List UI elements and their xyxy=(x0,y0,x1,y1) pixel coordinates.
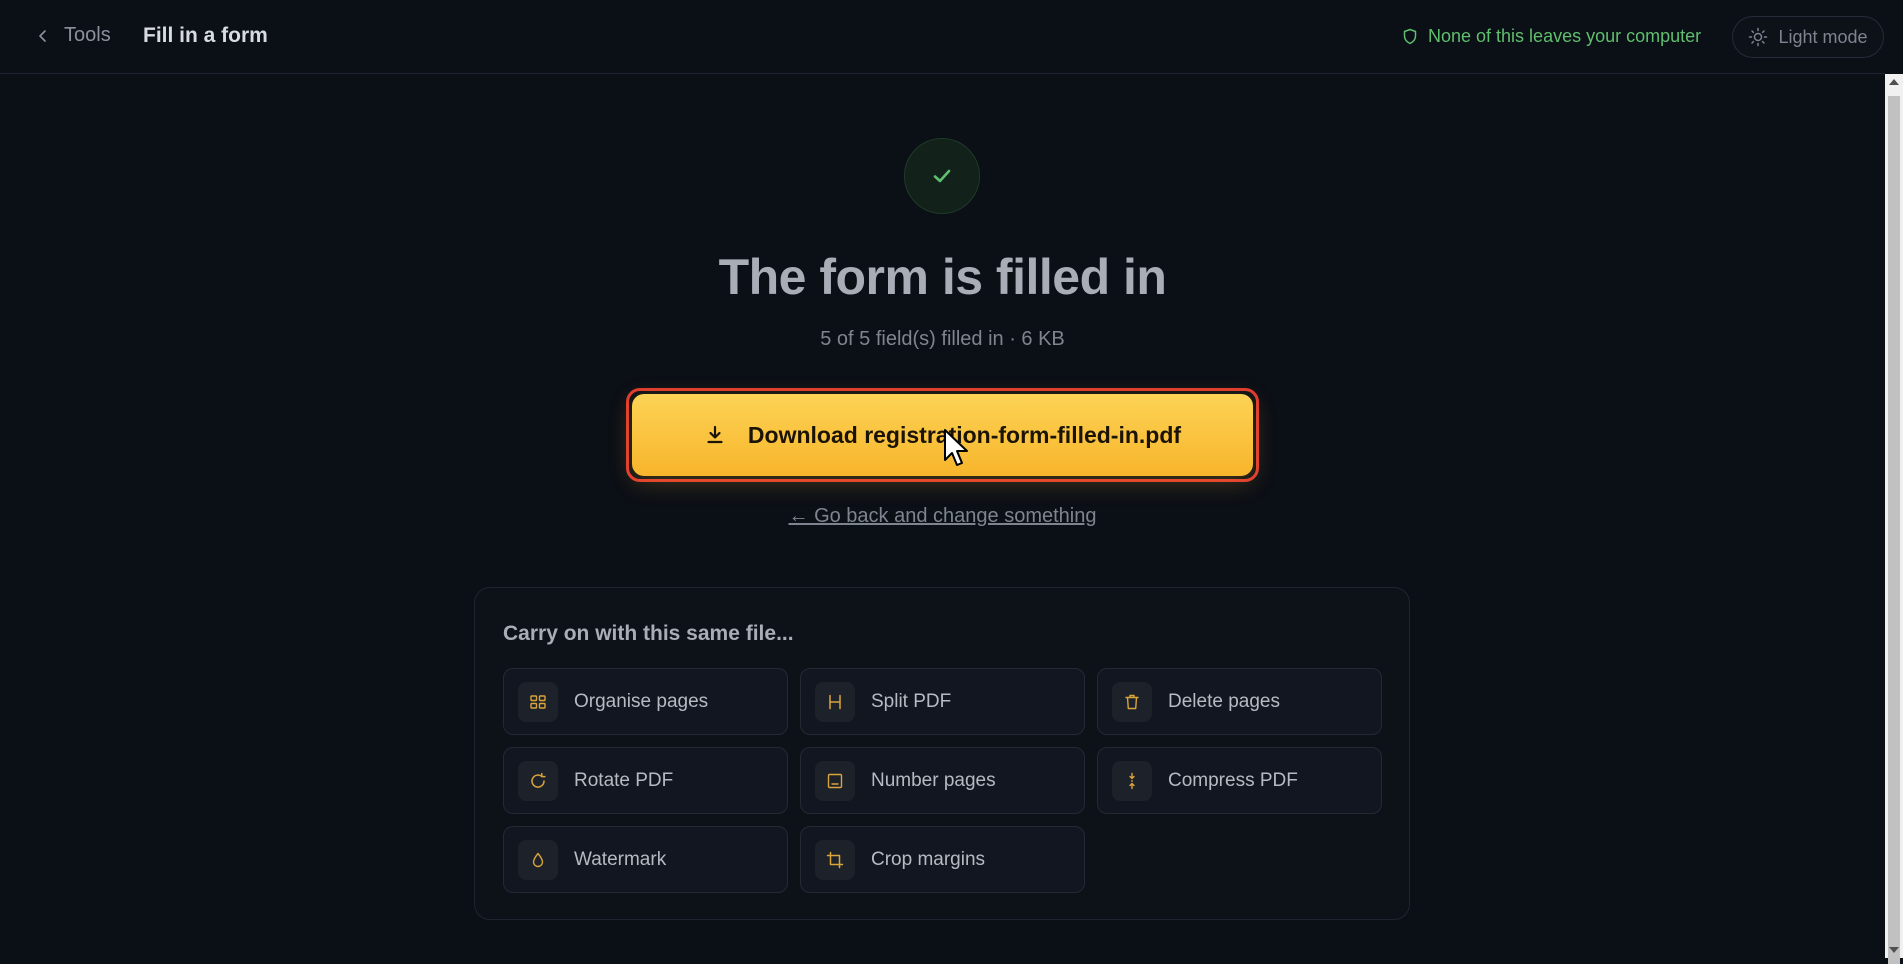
tool-label: Number pages xyxy=(871,769,996,791)
go-back-link-row: ← Go back and change something xyxy=(0,505,1885,528)
download-icon xyxy=(707,425,723,444)
tool-number-pages[interactable]: Number pages xyxy=(800,747,1085,814)
split-icon xyxy=(829,694,841,709)
result-summary: 5 of 5 field(s) filled in · 6 KB xyxy=(820,328,1065,350)
carry-on-panel: Carry on with this same file... Organise… xyxy=(474,587,1410,920)
light-mode-toggle[interactable]: Light mode xyxy=(1732,16,1884,58)
tool-watermark[interactable]: Watermark xyxy=(503,826,788,893)
tool-label: Delete pages xyxy=(1168,690,1280,712)
droplet-icon xyxy=(532,852,544,867)
tool-label: Split PDF xyxy=(871,690,952,712)
carry-on-title: Carry on with this same file... xyxy=(503,622,794,645)
page-title: Fill in a form xyxy=(143,24,268,47)
rotate-icon xyxy=(531,772,546,788)
privacy-note: None of this leaves your computer xyxy=(1402,26,1701,47)
scrollbar-thumb[interactable] xyxy=(1888,96,1900,964)
trash-icon xyxy=(1125,694,1139,709)
mouse-cursor-icon xyxy=(944,429,968,466)
scroll-down-arrow-icon[interactable] xyxy=(1889,947,1899,953)
tool-organise-pages[interactable]: Organise pages xyxy=(503,668,788,735)
back-to-tools-link[interactable]: Tools xyxy=(36,24,111,47)
scroll-up-arrow-icon[interactable] xyxy=(1889,79,1899,85)
tool-label: Crop margins xyxy=(871,848,986,870)
tool-delete-pages[interactable]: Delete pages xyxy=(1097,668,1382,735)
success-badge xyxy=(904,138,980,214)
result-headline: The form is filled in xyxy=(718,249,1167,305)
tool-label: Watermark xyxy=(574,848,667,870)
grid-icon xyxy=(530,694,546,709)
page-number-icon xyxy=(827,773,843,788)
page-scrollbar[interactable] xyxy=(1885,74,1903,964)
chevron-left-icon xyxy=(39,29,46,42)
privacy-note-text: None of this leaves your computer xyxy=(1428,26,1702,46)
theme-toggle-label: Light mode xyxy=(1778,26,1868,47)
crop-icon xyxy=(826,851,844,868)
tool-label: Organise pages xyxy=(574,690,709,712)
tool-compress-pdf[interactable]: Compress PDF xyxy=(1097,747,1382,814)
tool-label: Rotate PDF xyxy=(574,769,674,791)
checkmark-icon xyxy=(933,169,951,183)
tool-crop-margins[interactable]: Crop margins xyxy=(800,826,1085,893)
go-back-link[interactable]: ← Go back and change something xyxy=(789,505,1097,527)
tool-label: Compress PDF xyxy=(1168,769,1298,791)
shield-icon xyxy=(1403,28,1417,45)
tool-split-pdf[interactable]: Split PDF xyxy=(800,668,1085,735)
top-bar: Tools Fill in a form None of this leaves… xyxy=(0,0,1885,74)
tool-grid: Organise pages Split PDF Delete pages Ro… xyxy=(503,668,1382,893)
sun-icon xyxy=(1749,27,1768,47)
tool-rotate-pdf[interactable]: Rotate PDF xyxy=(503,747,788,814)
back-label: Tools xyxy=(64,24,111,46)
compress-icon xyxy=(1129,772,1135,789)
